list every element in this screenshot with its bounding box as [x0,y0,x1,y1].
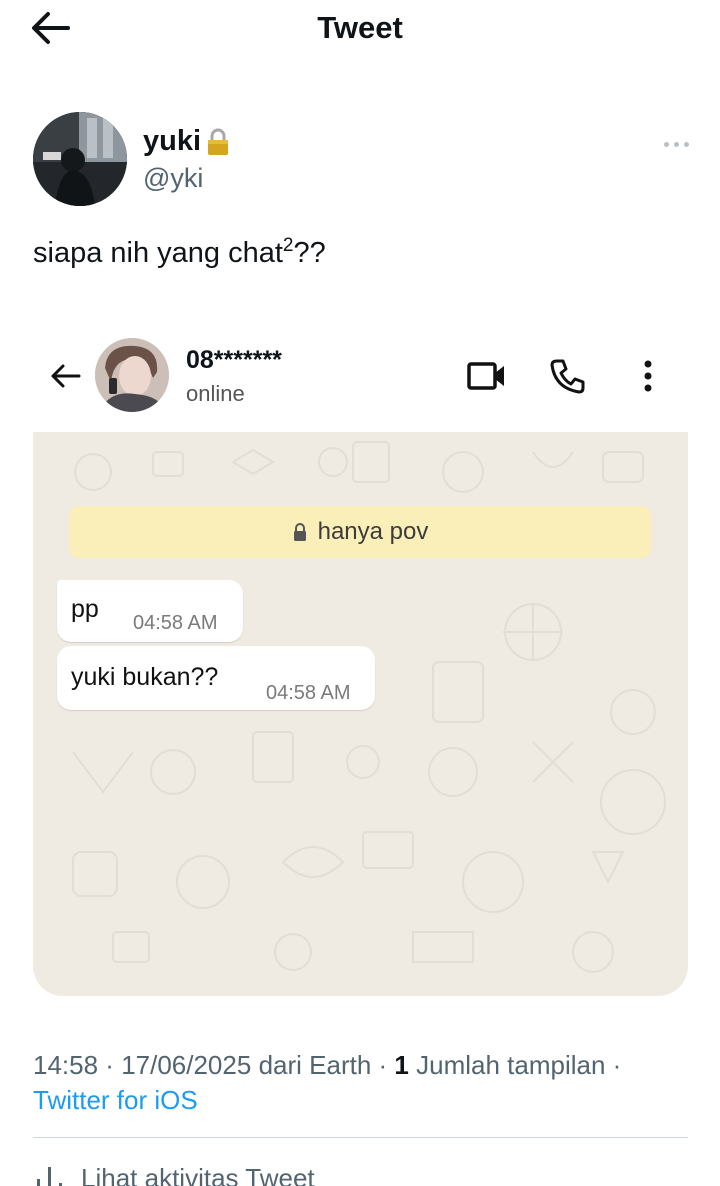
author-avatar[interactable] [33,112,127,206]
divider [33,1137,688,1138]
contact-name: 08******* [186,346,282,374]
embedded-chat-image[interactable]: hanya pov pp 04:58 AM yuki bukan?? 04:58… [33,432,688,996]
bar-chart-icon [37,1166,62,1186]
author-handle: @yki [143,163,204,193]
views-label: Jumlah tampilan [416,1050,606,1080]
message-time: 04:58 AM [133,612,218,634]
dot [673,141,679,147]
message-text: pp [71,595,99,623]
embedded-chat-header: 08******* online [33,330,688,430]
tweet-date: 17/06/2025 [121,1050,252,1080]
tweet-text-main: siapa nih yang chat [33,237,283,269]
video-call-icon [467,362,504,390]
encryption-notice: hanya pov [69,506,651,558]
tweet-text-suffix: ?? [293,237,326,269]
tweet-text: siapa nih yang chat2?? [33,235,326,270]
phone-icon [550,359,585,394]
contact-status: online [186,381,245,406]
dot [683,141,689,147]
page-title: Tweet [317,10,403,45]
message-text: yuki bukan?? [71,663,219,691]
tweet-source-link[interactable]: Twitter for iOS [33,1085,198,1116]
author-name[interactable]: yuki [143,125,231,158]
tweet-meta: 14:58 · 17/06/2025 dari Earth · 1 Jumlah… [33,1050,622,1080]
more-options-button[interactable] [656,132,696,156]
dot [663,141,669,147]
encryption-notice-text: hanya pov [317,518,429,545]
views-count: 1 [394,1050,409,1080]
arrow-left-icon [51,364,81,388]
padlock-icon [208,128,229,155]
vertical-dots-icon [644,360,652,392]
chat-bubble: yuki bukan?? 04:58 AM [57,646,375,710]
chat-bubble: pp 04:58 AM [57,580,243,642]
tweet-location: dari Earth [258,1050,372,1080]
author-display-name: yuki [143,125,202,157]
tweet-time: 14:58 [33,1050,99,1080]
tweet-text-superscript: 2 [282,235,294,256]
view-activity-link[interactable]: Lihat aktivitas Tweet [33,1163,315,1186]
message-time: 04:58 AM [266,682,351,704]
view-activity-label: Lihat aktivitas Tweet [81,1163,315,1186]
lock-icon [293,523,306,541]
top-bar: Tweet [0,0,720,60]
contact-avatar [95,338,169,412]
